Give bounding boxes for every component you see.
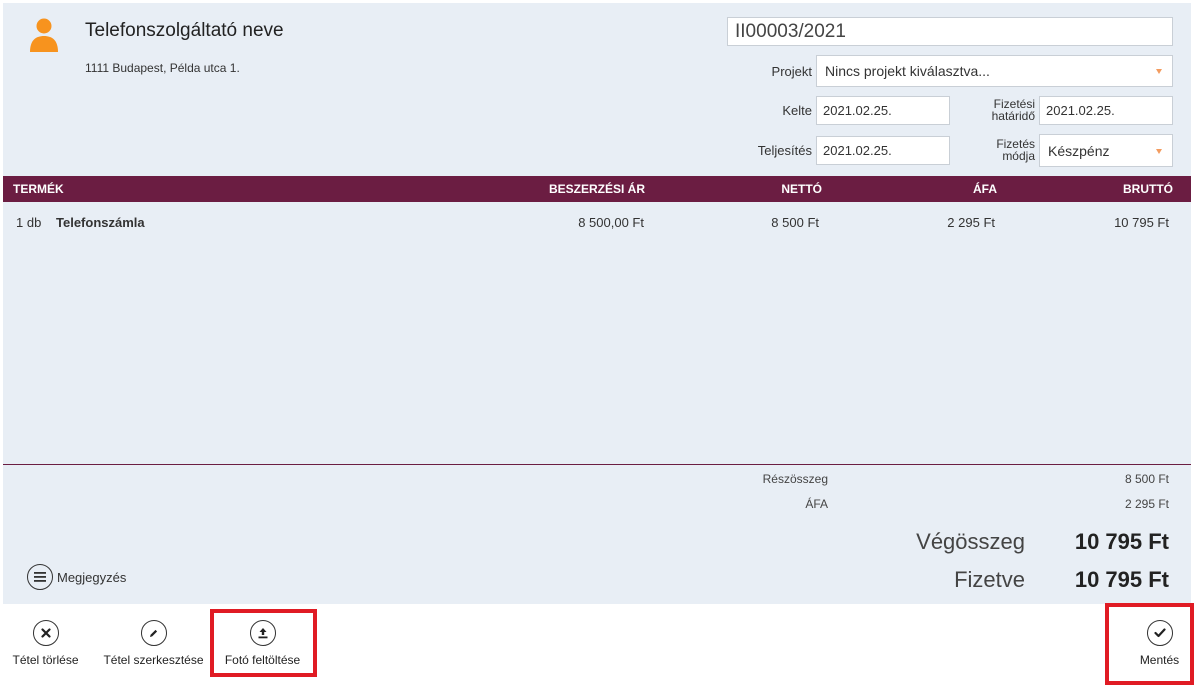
row-product: Telefonszámla (56, 215, 145, 230)
table-header: TERMÉK BESZERZÉSI ÁR NETTÓ ÁFA BRUTTÓ (3, 176, 1191, 202)
payment-method-select[interactable]: Készpénz (1039, 134, 1173, 167)
delete-item-label: Tétel törlése (12, 653, 79, 667)
menu-icon (27, 564, 53, 590)
project-select[interactable]: Nincs projekt kiválasztva... (816, 55, 1173, 87)
caret-down-icon (1156, 148, 1162, 154)
row-net: 8 500 Ft (771, 215, 819, 230)
invoice-number-field[interactable]: II00003/2021 (727, 17, 1173, 46)
row-gross: 10 795 Ft (1114, 215, 1169, 230)
row-quantity: 1 db (16, 215, 42, 230)
save-highlight (1105, 603, 1194, 685)
row-purchase-price: 8 500,00 Ft (578, 215, 644, 230)
delete-item-button[interactable]: Tétel törlése (9, 620, 82, 667)
paid-value: 10 795 Ft (1074, 567, 1169, 592)
vat-label: ÁFA (805, 497, 828, 511)
note-button[interactable]: Megjegyzés (27, 564, 126, 590)
col-vat: ÁFA (973, 182, 997, 196)
user-icon (30, 18, 58, 52)
vat-value: 2 295 Ft (1124, 497, 1169, 511)
edit-item-label: Tétel szerkesztése (103, 653, 204, 667)
row-vat: 2 295 Ft (947, 215, 995, 230)
col-gross: BRUTTÓ (1123, 182, 1173, 196)
paid-label: Fizetve (954, 567, 1025, 592)
due-date-label-line2: határidő (991, 109, 1035, 123)
caret-down-icon (1156, 69, 1162, 74)
total-value: 10 795 Ft (1074, 529, 1169, 554)
edit-item-button[interactable]: Tétel szerkesztése (100, 620, 207, 667)
date-label: Kelte (782, 103, 812, 118)
supplier-address: 1111 Budapest, Példa utca 1. (85, 61, 240, 75)
table-row[interactable]: 1 db Telefonszámla 8 500,00 Ft 8 500 Ft … (3, 212, 1191, 234)
due-date-label: Fizetési határidő (960, 98, 1035, 122)
supplier-name: Telefonszolgáltató neve (85, 20, 284, 41)
subtotal-label: Részösszeg (762, 472, 828, 486)
total-label: Végösszeg (916, 529, 1025, 554)
upload-highlight (210, 609, 317, 677)
payment-method-value: Készpénz (1048, 142, 1110, 159)
close-icon (32, 620, 59, 646)
payment-method-label-line2: módja (1002, 149, 1035, 163)
project-label: Projekt (771, 64, 812, 79)
project-select-value: Nincs projekt kiválasztva... (825, 63, 990, 79)
pencil-icon (140, 620, 167, 646)
subtotal-value: 8 500 Ft (1124, 472, 1169, 486)
fulfilment-label: Teljesítés (757, 143, 812, 158)
invoice-panel (3, 3, 1191, 604)
due-date-field[interactable]: 2021.02.25. (1039, 96, 1173, 125)
payment-method-label: Fizetés módja (960, 138, 1035, 162)
fulfilment-date-field[interactable]: 2021.02.25. (816, 136, 950, 165)
col-purchase-price: BESZERZÉSI ÁR (548, 182, 645, 196)
note-label: Megjegyzés (57, 569, 127, 585)
col-product: TERMÉK (13, 182, 64, 196)
date-field[interactable]: 2021.02.25. (816, 96, 950, 125)
col-net: NETTÓ (781, 182, 822, 196)
table-separator (3, 464, 1191, 465)
